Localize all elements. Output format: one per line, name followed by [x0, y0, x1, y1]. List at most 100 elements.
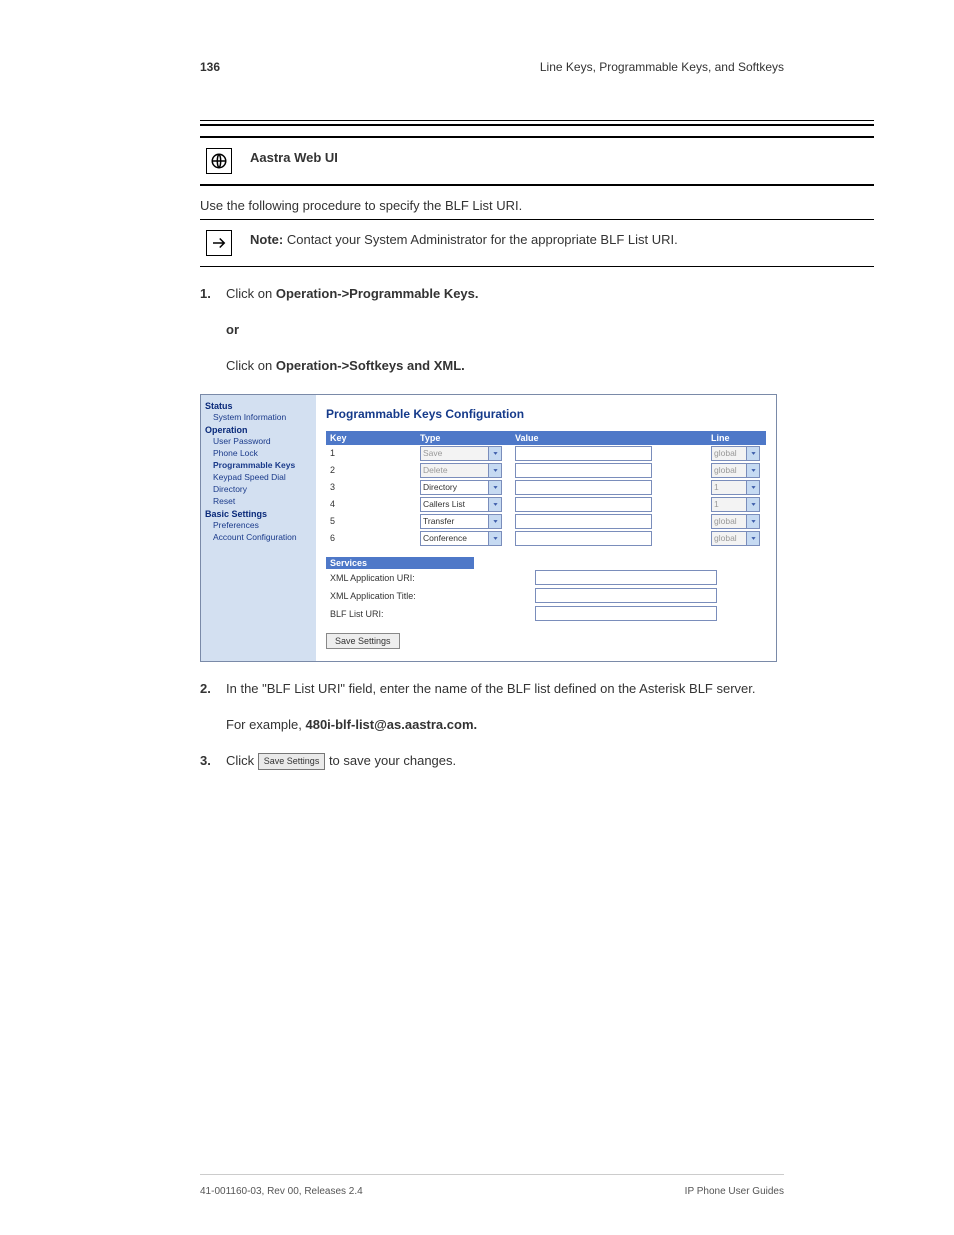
- note-callout: Note: Contact your System Administrator …: [200, 220, 874, 267]
- chevron-down-icon: [746, 515, 759, 528]
- type-select[interactable]: Conference: [420, 531, 502, 546]
- cell-line: 1: [711, 480, 766, 495]
- page-number: 136: [200, 60, 220, 74]
- chevron-down-icon: [488, 532, 501, 545]
- save-settings-inline-icon: Save Settings: [258, 753, 326, 770]
- step-number: 3.: [200, 752, 226, 770]
- cell-value: [515, 463, 711, 478]
- step: Click on Operation->Softkeys and XML.: [200, 357, 874, 375]
- svc-blf-uri-input[interactable]: [535, 606, 717, 621]
- line-select[interactable]: global: [711, 463, 760, 478]
- nav-reset[interactable]: Reset: [205, 495, 312, 507]
- table-row: 2Deleteglobal: [326, 462, 766, 479]
- table-row: 3Directory 1: [326, 479, 766, 496]
- app-title: Programmable Keys Configuration: [326, 407, 766, 421]
- divider: [200, 185, 874, 186]
- cell-line: global: [711, 514, 766, 529]
- chevron-down-icon: [488, 481, 501, 494]
- value-input[interactable]: [515, 463, 652, 478]
- nav-account-configuration[interactable]: Account Configuration: [205, 531, 312, 543]
- col-line: Line: [711, 433, 766, 443]
- table-head: Key Type Value Line: [326, 431, 766, 445]
- nav-keypad-speed-dial[interactable]: Keypad Speed Dial: [205, 471, 312, 483]
- nav-user-password[interactable]: User Password: [205, 435, 312, 447]
- table-row: 6Conference global: [326, 530, 766, 547]
- cell-line: global: [711, 463, 766, 478]
- step: For example, 480i-blf-list@as.aastra.com…: [200, 716, 874, 734]
- step-number: [200, 357, 226, 375]
- cell-key: 3: [326, 482, 420, 492]
- value-input[interactable]: [515, 480, 652, 495]
- nav-preferences[interactable]: Preferences: [205, 519, 312, 531]
- cell-value: [515, 446, 711, 461]
- chevron-down-icon: [488, 515, 501, 528]
- chevron-down-icon: [488, 447, 501, 460]
- cell-value: [515, 514, 711, 529]
- type-select[interactable]: Transfer: [420, 514, 502, 529]
- nav-programmable-keys[interactable]: Programmable Keys: [205, 459, 312, 471]
- value-input[interactable]: [515, 497, 652, 512]
- table-row: 5Transfer global: [326, 513, 766, 530]
- value-input[interactable]: [515, 446, 652, 461]
- webui-heading: Aastra Web UI: [250, 144, 874, 165]
- globe-icon: [206, 148, 232, 174]
- step-body: Click on Operation->Programmable Keys.: [226, 285, 874, 303]
- line-select[interactable]: global: [711, 531, 760, 546]
- service-row: XML Application Title:: [326, 587, 766, 605]
- footer-doc-title: IP Phone User Guides: [685, 1186, 784, 1197]
- line-select[interactable]: 1: [711, 497, 760, 512]
- cell-type: Conference: [420, 531, 515, 546]
- cell-value: [515, 497, 711, 512]
- line-select[interactable]: 1: [711, 480, 760, 495]
- type-select[interactable]: Delete: [420, 463, 502, 478]
- table-row: 4Callers List 1: [326, 496, 766, 513]
- cell-value: [515, 480, 711, 495]
- type-select[interactable]: Save: [420, 446, 502, 461]
- table-row: 1Saveglobal: [326, 445, 766, 462]
- cell-key: 5: [326, 516, 420, 526]
- cell-type: Callers List: [420, 497, 515, 512]
- nav-system-information[interactable]: System Information: [205, 411, 312, 423]
- type-select[interactable]: Callers List: [420, 497, 502, 512]
- note-body: Contact your System Administrator for th…: [287, 232, 678, 247]
- step-number: 2.: [200, 680, 226, 698]
- col-type: Type: [420, 433, 515, 443]
- step-number: 1.: [200, 285, 226, 303]
- note-text: Note: Contact your System Administrator …: [250, 226, 874, 247]
- save-settings-button[interactable]: Save Settings: [326, 633, 400, 649]
- col-key: Key: [326, 433, 420, 443]
- step: or: [200, 321, 874, 339]
- chevron-down-icon: [746, 464, 759, 477]
- chevron-down-icon: [488, 464, 501, 477]
- page-footer: 41-001160-03, Rev 00, Releases 2.4 IP Ph…: [200, 1186, 784, 1197]
- nav-directory[interactable]: Directory: [205, 483, 312, 495]
- cell-type: Transfer: [420, 514, 515, 529]
- line-select[interactable]: global: [711, 446, 760, 461]
- service-row: XML Application URI:: [326, 569, 766, 587]
- line-select[interactable]: global: [711, 514, 760, 529]
- svc-blf-uri-label: BLF List URI:: [326, 609, 480, 619]
- cell-key: 6: [326, 533, 420, 543]
- services-head: Services: [326, 557, 474, 569]
- step-body: In the "BLF List URI" field, enter the n…: [226, 680, 874, 698]
- nav-phone-lock[interactable]: Phone Lock: [205, 447, 312, 459]
- value-input[interactable]: [515, 514, 652, 529]
- cell-value: [515, 531, 711, 546]
- section-title: Line Keys, Programmable Keys, and Softke…: [540, 60, 784, 74]
- type-select[interactable]: Directory: [420, 480, 502, 495]
- nav-group-status: Status: [205, 401, 312, 411]
- footer-doc-id: 41-001160-03, Rev 00, Releases 2.4: [200, 1186, 363, 1197]
- cell-line: global: [711, 446, 766, 461]
- step-body: For example, 480i-blf-list@as.aastra.com…: [226, 716, 874, 734]
- step-body: Click Save Settings to save your changes…: [226, 752, 874, 770]
- sidebar: Status System Information Operation User…: [201, 395, 316, 661]
- note-prefix: Note:: [250, 232, 283, 247]
- step-body: Click on Operation->Softkeys and XML.: [226, 357, 874, 375]
- instruction-intro: Use the following procedure to specify t…: [200, 198, 874, 213]
- cell-type: Save: [420, 446, 515, 461]
- svc-xml-title-input[interactable]: [535, 588, 717, 603]
- chevron-down-icon: [746, 481, 759, 494]
- cell-key: 4: [326, 499, 420, 509]
- svc-xml-uri-input[interactable]: [535, 570, 717, 585]
- value-input[interactable]: [515, 531, 652, 546]
